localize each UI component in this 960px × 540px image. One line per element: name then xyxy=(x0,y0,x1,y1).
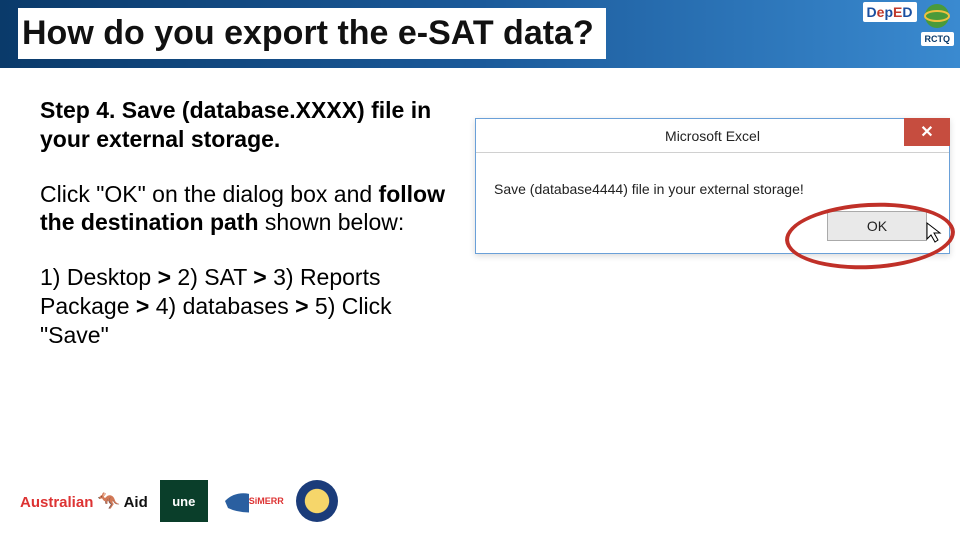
excel-message-dialog: Microsoft Excel ✕ Save (database4444) fi… xyxy=(475,118,950,254)
ok-button-label: OK xyxy=(867,218,887,234)
aid-top: Australian xyxy=(20,494,93,511)
screenshot-column: Microsoft Excel ✕ Save (database4444) fi… xyxy=(465,96,950,349)
slide-content: Step 4. Save (database.XXXX) file in you… xyxy=(0,68,960,349)
path-gt-1: > xyxy=(158,264,171,290)
deped-logo: DepED xyxy=(863,2,917,22)
path-gt-2: > xyxy=(253,264,266,290)
path-gt-4: > xyxy=(295,293,308,319)
aid-bottom: Aid xyxy=(124,494,148,511)
slide-title: How do you export the e-SAT data? xyxy=(18,8,606,59)
simerr-map-icon xyxy=(220,486,249,516)
simerr-label: SiMERR xyxy=(249,496,284,506)
close-icon: ✕ xyxy=(920,122,933,142)
path-seg-4: 4) databases xyxy=(149,293,295,319)
dialog-body: Save (database4444) file in your externa… xyxy=(476,153,949,253)
simerr-logo: SiMERR xyxy=(220,486,284,516)
instr-post: shown below: xyxy=(259,209,405,235)
header-logos: DepED RCTQ xyxy=(863,2,954,46)
instr-mid: on the dialog box and xyxy=(146,181,379,207)
instr-pre: Click xyxy=(40,181,96,207)
rctq-globe-icon xyxy=(923,2,951,30)
step-heading: Step 4. Save (database.XXXX) file in you… xyxy=(40,96,465,154)
rctq-label: RCTQ xyxy=(921,32,955,46)
footer-logos: Australian 🦘 Aid une SiMERR xyxy=(20,480,338,522)
path-seg-2: 2) SAT xyxy=(171,264,253,290)
instructions-column: Step 4. Save (database.XXXX) file in you… xyxy=(40,96,465,349)
instruction-paragraph: Click "OK" on the dialog box and follow … xyxy=(40,180,465,238)
rctq-logo-block: RCTQ xyxy=(921,2,955,46)
cursor-icon xyxy=(925,221,947,249)
path-gt-3: > xyxy=(136,293,149,319)
dialog-title-text: Microsoft Excel xyxy=(665,128,760,144)
dialog-message: Save (database4444) file in your externa… xyxy=(494,181,804,197)
destination-path: 1) Desktop > 2) SAT > 3) Reports Package… xyxy=(40,263,465,349)
slide-header: How do you export the e-SAT data? DepED … xyxy=(0,0,960,68)
instr-ok: "OK" xyxy=(96,181,146,207)
australian-aid-logo: Australian 🦘 Aid xyxy=(20,491,148,512)
dialog-titlebar: Microsoft Excel ✕ xyxy=(476,119,949,153)
pnu-seal-icon xyxy=(296,480,338,522)
deped-wordmark: DepED xyxy=(867,4,913,20)
close-button[interactable]: ✕ xyxy=(904,118,950,146)
path-seg-1: 1) Desktop xyxy=(40,264,158,290)
une-logo: une xyxy=(160,480,208,522)
ok-button[interactable]: OK xyxy=(827,211,927,241)
